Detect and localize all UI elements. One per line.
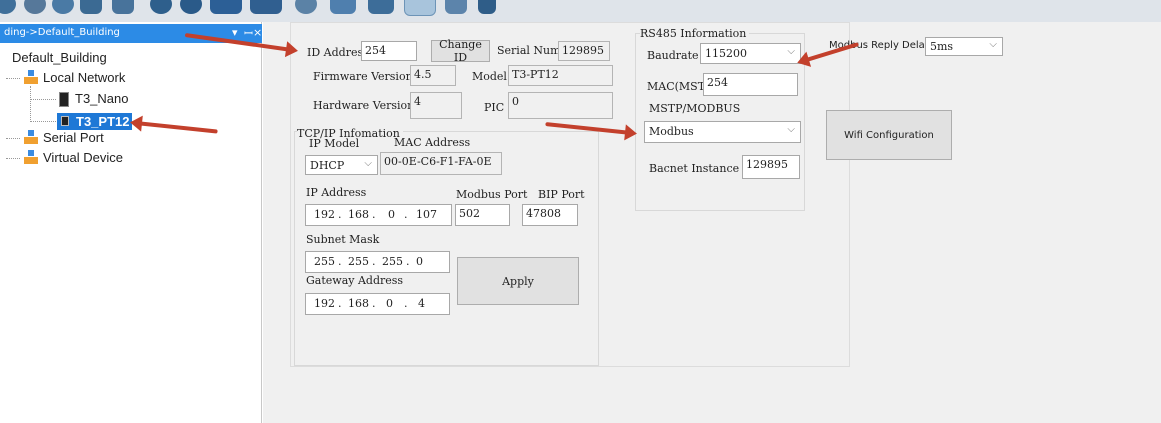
chevron-down-icon: ⌵ — [787, 46, 795, 57]
gateway-octet-1: 192 — [314, 297, 335, 310]
home-icon[interactable] — [80, 0, 102, 14]
pic-field: 0 — [508, 92, 613, 119]
gateway-octet-2: 168 — [348, 297, 369, 310]
baudrate-label: Baudrate — [647, 49, 699, 62]
bip-port-label: BIP Port — [538, 188, 585, 201]
pic-label: PIC — [484, 101, 505, 114]
grid-icon[interactable] — [210, 0, 242, 14]
book-icon[interactable] — [478, 0, 496, 14]
change-id-button[interactable]: Change ID — [431, 38, 490, 64]
id-address-label: ID Address — [307, 46, 369, 59]
mac-address-label: MAC Address — [394, 136, 471, 149]
wave-icon[interactable] — [295, 0, 317, 14]
device-icon — [59, 92, 69, 107]
rs485-group-title: RS485 Information — [640, 27, 750, 40]
bacnet-instance-input[interactable]: 129895 — [742, 155, 800, 179]
chevron-down-icon: ⌵ — [364, 158, 372, 169]
pane-dropdown-icon[interactable]: ▾ — [232, 26, 238, 39]
gateway-address-label: Gateway Address — [306, 274, 404, 287]
wifi-configuration-button[interactable]: Wifi Configuration — [826, 110, 952, 160]
pane-close-icon[interactable]: × — [253, 26, 262, 39]
baudrate-select[interactable]: 115200 ⌵ — [700, 43, 801, 64]
protocol-value: Modbus — [649, 125, 694, 138]
modbus-reply-delay-value: 5ms — [930, 40, 954, 53]
gateway-octet-3: 0 — [386, 297, 393, 310]
tree-item-serial-port[interactable]: Serial Port — [43, 130, 104, 145]
subnet-octet-4: 0 — [416, 255, 423, 268]
tree-item-local-network[interactable]: Local Network — [43, 70, 125, 85]
gear-icon[interactable] — [150, 0, 172, 14]
apply-button[interactable]: Apply — [457, 257, 579, 305]
serial-port-icon — [24, 130, 38, 144]
ip-address-label: IP Address — [306, 186, 367, 199]
network-icon — [24, 70, 38, 84]
refresh-icon[interactable] — [112, 0, 134, 14]
toolbar — [0, 0, 1161, 22]
subnet-octet-3: 255 — [382, 255, 403, 268]
mstp-modbus-label: MSTP/MODBUS — [649, 102, 741, 115]
ip-model-select[interactable]: DHCP ⌵ — [305, 155, 378, 175]
tree-pane-title: ding->Default_Building — [4, 27, 120, 38]
pane-pin-icon[interactable]: ꟷ — [244, 26, 253, 41]
ip-model-label: IP Model — [309, 137, 360, 150]
modbus-reply-delay-select[interactable]: 5ms ⌵ — [925, 37, 1003, 56]
bip-port-input[interactable]: 47808 — [522, 204, 578, 226]
subnet-mask-label: Subnet Mask — [306, 233, 380, 246]
search-icon[interactable] — [445, 0, 467, 14]
settings-gear-icon[interactable] — [404, 0, 436, 16]
navigate-back-icon[interactable] — [0, 0, 16, 14]
tree-item-t3-pt12[interactable]: T3_PT12 — [73, 113, 133, 130]
gateway-octet-4: 4 — [418, 297, 425, 310]
ip-octet-2: 168 — [348, 208, 369, 221]
navigate-forward-icon[interactable] — [24, 0, 46, 14]
tree-item-virtual-device[interactable]: Virtual Device — [43, 150, 123, 165]
model-field: T3-PT12 — [508, 65, 613, 86]
chevron-down-icon: ⌵ — [989, 39, 997, 50]
modbus-port-input[interactable]: 502 — [455, 204, 510, 226]
model-label: Model — [472, 70, 507, 83]
device-selected-icon — [57, 113, 73, 130]
tree-item-t3-nano[interactable]: T3_Nano — [75, 91, 128, 106]
modbus-port-label: Modbus Port — [456, 188, 528, 201]
serial-number-field: 129895 — [558, 41, 610, 61]
monitor-icon[interactable] — [368, 0, 394, 14]
chevron-down-icon: ⌵ — [787, 124, 795, 135]
ip-address-input[interactable]: 192 . 168 . 0 . 107 — [305, 204, 452, 226]
ip-octet-4: 107 — [416, 208, 437, 221]
table-icon[interactable] — [250, 0, 282, 14]
hardware-version-field: 4 — [410, 92, 462, 119]
bacnet-instance-label: Bacnet Instance : — [649, 162, 747, 175]
ip-octet-1: 192 — [314, 208, 335, 221]
chart-icon[interactable] — [330, 0, 356, 14]
firmware-version-field: 4.5 — [410, 65, 456, 86]
gateway-address-input[interactable]: 192 . 168 . 0 . 4 — [305, 293, 450, 315]
id-address-input[interactable]: 254 — [361, 41, 417, 61]
baudrate-value: 115200 — [705, 47, 747, 60]
hardware-version-label: Hardware Version — [313, 99, 415, 112]
mac-address-field: 00-0E-C6-F1-FA-0E — [380, 152, 502, 175]
device-tree-pane — [0, 22, 262, 423]
globe-icon[interactable] — [52, 0, 74, 14]
mac-mstp-input[interactable]: 254 — [703, 73, 798, 96]
ip-octet-3: 0 — [388, 208, 395, 221]
globe-network-icon[interactable] — [180, 0, 202, 14]
subnet-octet-1: 255 — [314, 255, 335, 268]
tree-item-default-building[interactable]: Default_Building — [12, 50, 107, 65]
virtual-device-icon — [24, 150, 38, 164]
subnet-mask-input[interactable]: 255 . 255 . 255 . 0 — [305, 251, 450, 273]
protocol-select[interactable]: Modbus ⌵ — [644, 121, 801, 143]
firmware-version-label: Firmware Version — [313, 70, 413, 83]
subnet-octet-2: 255 — [348, 255, 369, 268]
ip-model-value: DHCP — [310, 159, 345, 172]
